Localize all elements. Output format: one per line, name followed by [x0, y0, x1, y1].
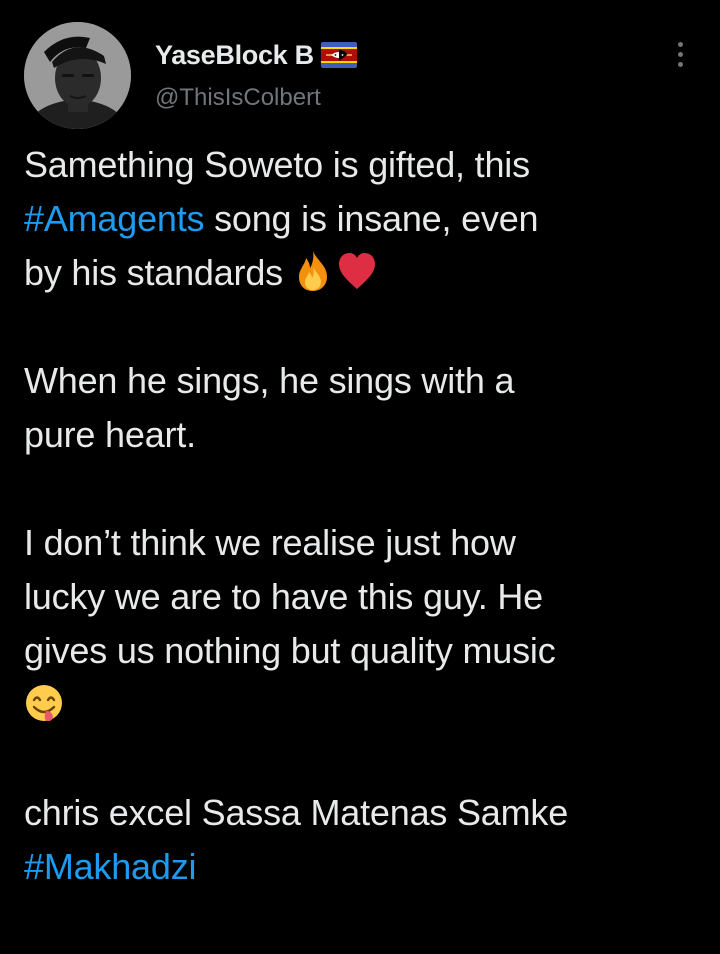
text-line: Samething Soweto is gifted, this	[24, 144, 530, 185]
text-line: When he sings, he sings with a	[24, 360, 515, 401]
more-vertical-icon	[677, 41, 683, 47]
face-savoring-food-emoji-icon	[24, 681, 64, 725]
more-options-button[interactable]	[664, 38, 696, 70]
more-vertical-icon-dot	[677, 61, 683, 67]
avatar[interactable]	[24, 22, 131, 129]
eswatini-flag-icon	[320, 42, 357, 68]
avatar-photo-icon	[24, 22, 131, 129]
hashtag-link[interactable]: #Makhadzi	[24, 846, 196, 887]
text-line: by his standards	[24, 246, 704, 300]
author-name-row[interactable]: YaseBlock B	[155, 38, 357, 72]
text-line: pure heart.	[24, 414, 196, 455]
tweet-paragraph-2: When he sings, he sings with a pure hear…	[24, 354, 704, 462]
tweet: YaseBlock B @ThisIsColbert Samething Sow…	[0, 0, 720, 954]
red-heart-emoji-icon	[337, 249, 377, 293]
text-line: gives us nothing but quality music	[24, 630, 556, 671]
text-line: I don’t think we realise just how	[24, 522, 516, 563]
more-vertical-icon-dot	[677, 51, 683, 57]
text-line: lucky we are to have this guy. He	[24, 576, 543, 617]
tweet-paragraph-3: I don’t think we realise just how lucky …	[24, 516, 704, 732]
display-name[interactable]: YaseBlock B	[155, 40, 314, 71]
text-line: chris excel Sassa Matenas Samke	[24, 792, 569, 833]
text-line: #Makhadzi	[24, 840, 704, 894]
tweet-paragraph-1: Samething Soweto is gifted, this #Amagen…	[24, 138, 704, 300]
hashtag-link[interactable]: #Amagents	[24, 198, 205, 239]
tweet-paragraph-4: chris excel Sassa Matenas Samke #Makhadz…	[24, 786, 704, 894]
text-fragment: by his standards	[24, 252, 293, 293]
text-fragment: song is insane, even	[204, 198, 539, 239]
author-handle[interactable]: @ThisIsColbert	[155, 84, 321, 112]
tweet-text: Samething Soweto is gifted, this #Amagen…	[24, 138, 704, 894]
text-line	[24, 678, 704, 732]
fire-emoji-icon	[293, 249, 333, 293]
text-line: #Amagents song is insane, even	[24, 192, 704, 246]
